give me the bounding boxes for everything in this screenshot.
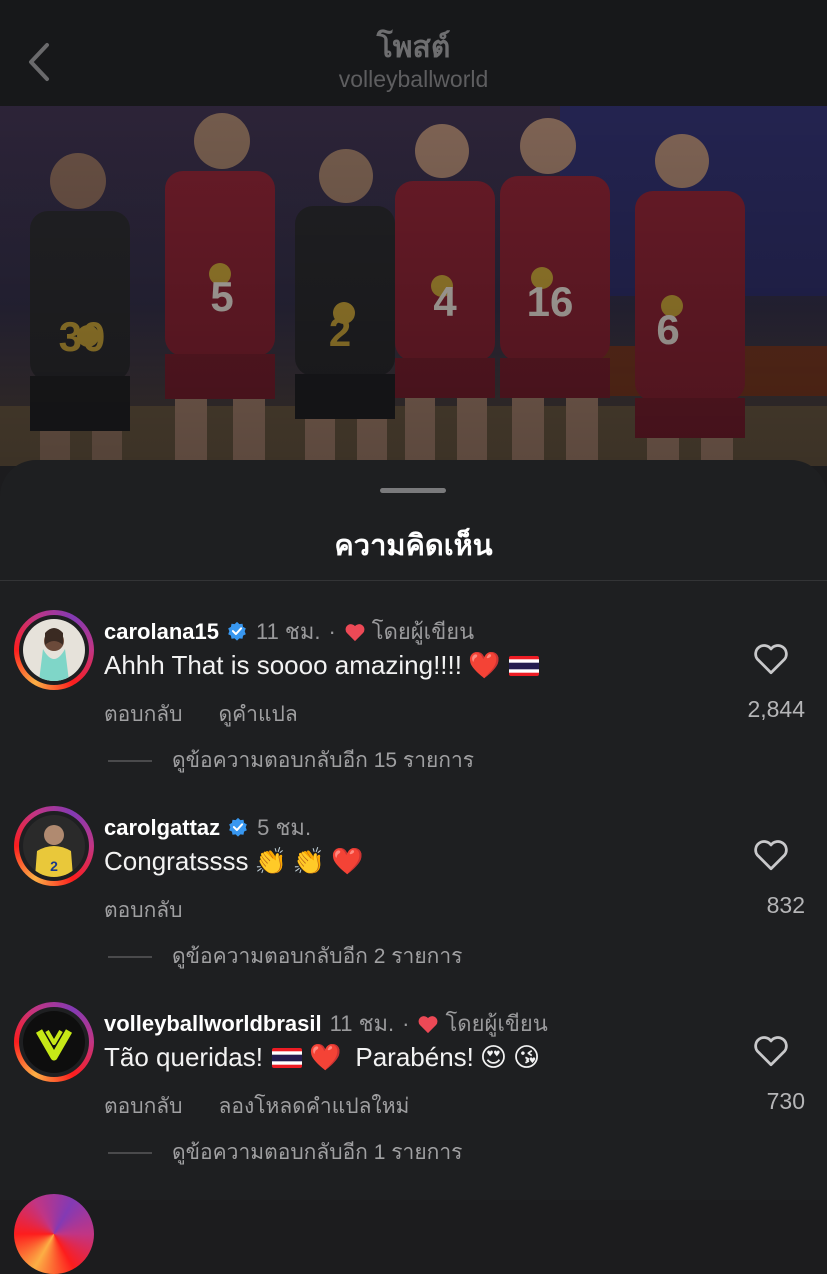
comment-item: carolana15 11 ชม. · โดยผู้เขียน Ahhh Tha… (0, 610, 827, 800)
like-count: 730 (766, 1088, 805, 1114)
comment-text-line: Ahhh That is soooo amazing!!!! ❤️ (104, 650, 540, 681)
emoji: ❤️ (331, 846, 364, 876)
comment-item: 2 carolgattaz 5 ชม. Congratssss 👏 👏 ❤️ ต… (0, 806, 827, 996)
view-replies-label: ดูข้อความตอบกลับอีก 2 รายการ (172, 945, 463, 968)
post-author-username[interactable]: volleyballworld (0, 66, 827, 93)
emoji: 👏 (292, 846, 326, 876)
emoji: 😍 (479, 1042, 507, 1072)
comment-time: 11 ชม. (255, 619, 321, 644)
emoji: 👏 (254, 846, 287, 876)
heart-outline-icon[interactable] (752, 642, 790, 676)
comment-text-line: Tão queridas! ❤️ Parabéns! 😍 😘 (104, 1042, 540, 1073)
like-count: 2,844 (747, 696, 805, 722)
replies-line (108, 955, 152, 958)
avatar[interactable] (14, 1002, 94, 1082)
separator-dot: · (402, 1010, 410, 1036)
separator-dot: · (328, 618, 336, 644)
top-bar: โพสต์ volleyballworld (0, 0, 827, 106)
comment-item: volleyballworldbrasil 11 ชม. · โดยผู้เขี… (0, 1002, 827, 1192)
heart-outline-icon[interactable] (752, 1034, 790, 1068)
heart-outline-icon[interactable] (752, 838, 790, 872)
comment-text: Congratssss (104, 846, 249, 876)
user-photo-icon (23, 619, 85, 681)
see-translation-button[interactable]: ดูคำแปล (219, 698, 298, 731)
view-replies-label: ดูข้อความตอบกลับอีก 15 รายการ (172, 749, 475, 772)
replies-line (108, 759, 152, 762)
liked-by-author-label: โดยผู้เขียน (371, 619, 475, 644)
divider (0, 580, 827, 581)
comments-sheet: ความคิดเห็น carolana15 11 ชม. · โดยผู้เข… (0, 460, 827, 1274)
verified-badge-icon (229, 817, 247, 837)
emoji: ❤️ (467, 650, 501, 680)
comment-text: Tão queridas! (104, 1042, 263, 1072)
view-replies-button[interactable]: ดูข้อความตอบกลับอีก 1 รายการ (108, 1136, 462, 1169)
comment-username[interactable]: carolana15 (104, 619, 219, 645)
view-replies-button[interactable]: ดูข้อความตอบกลับอีก 15 รายการ (108, 744, 474, 777)
emoji: ❤️ (308, 1042, 342, 1072)
post-photo[interactable]: 30 5 2 4 16 6 (0, 106, 827, 466)
liked-by-author-label: โดยผู้เขียน (445, 1011, 548, 1036)
comment-text: Ahhh That is soooo amazing!!!! (104, 650, 462, 680)
comment-username[interactable]: carolgattaz (104, 815, 220, 841)
reply-button[interactable]: ตอบกลับ (104, 698, 183, 731)
comment-username[interactable]: volleyballworldbrasil (104, 1011, 322, 1037)
avatar[interactable]: 2 (14, 806, 94, 886)
user-photo-icon: 2 (23, 815, 85, 877)
comment-text-continued: Parabéns! (355, 1042, 474, 1072)
avatar[interactable] (14, 1194, 94, 1274)
sheet-grab-handle[interactable] (380, 488, 446, 493)
page-title: โพสต์ (376, 31, 451, 64)
comment-time: 11 ชม. (329, 1011, 395, 1036)
volleyball-world-logo-icon (23, 1011, 85, 1073)
like-count: 832 (766, 892, 805, 918)
view-replies-label: ดูข้อความตอบกลับอีก 1 รายการ (172, 1141, 463, 1164)
heart-filled-icon (419, 1015, 438, 1033)
avatar[interactable] (14, 610, 94, 690)
view-replies-button[interactable]: ดูข้อความตอบกลับอีก 2 รายการ (108, 940, 462, 973)
emoji: 😘 (513, 1042, 541, 1072)
thailand-flag-icon (271, 1047, 302, 1068)
comments-title: ความคิดเห็น (334, 530, 493, 562)
comment-text-line: Congratssss 👏 👏 ❤️ (104, 846, 364, 877)
comment-time: 5 ชม. (257, 815, 312, 840)
svg-text:2: 2 (50, 858, 58, 874)
replies-line (108, 1151, 152, 1154)
verified-badge-icon (228, 621, 246, 641)
reply-button[interactable]: ตอบกลับ (104, 1090, 183, 1123)
thailand-flag-icon (509, 655, 540, 676)
reply-button[interactable]: ตอบกลับ (104, 894, 183, 927)
heart-filled-icon (345, 623, 365, 641)
retry-translation-button[interactable]: ลองโหลดคำแปลใหม่ (219, 1090, 410, 1123)
